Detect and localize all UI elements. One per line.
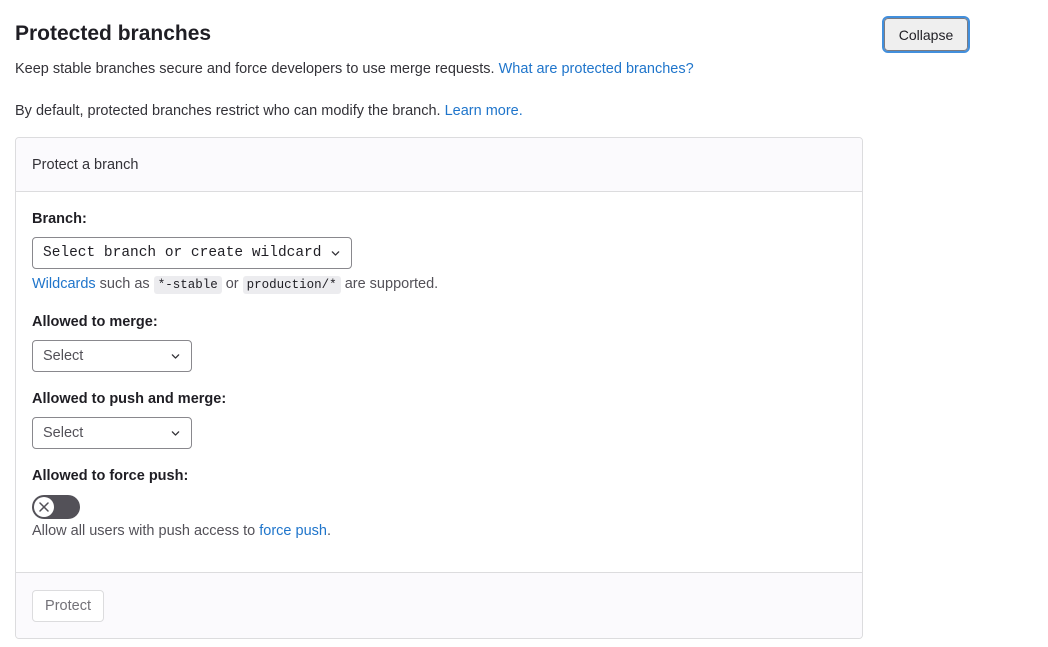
wildcard-text: such as bbox=[95, 276, 154, 292]
default-description: By default, protected branches restrict … bbox=[15, 103, 523, 119]
protect-button[interactable]: Protect bbox=[32, 590, 104, 622]
intro-text: Keep stable branches secure and force de… bbox=[15, 61, 499, 77]
allowed-to-push-select-text: Select bbox=[43, 425, 84, 441]
chevron-down-icon bbox=[331, 251, 340, 256]
branch-label: Branch: bbox=[32, 211, 87, 227]
allowed-to-push-select[interactable]: Select bbox=[32, 417, 192, 449]
collapse-button[interactable]: Collapse bbox=[882, 16, 970, 53]
close-icon bbox=[39, 502, 49, 512]
force-push-help: Allow all users with push access to forc… bbox=[32, 523, 331, 539]
branch-dropdown-text: Select branch or create wildcard bbox=[43, 245, 322, 261]
allowed-to-push-label: Allowed to push and merge: bbox=[32, 391, 227, 407]
card-header: Protect a branch bbox=[16, 138, 862, 192]
wildcard-supported-text: are supported. bbox=[340, 276, 439, 292]
what-are-protected-branches-link[interactable]: What are protected branches? bbox=[499, 61, 694, 77]
force-push-toggle[interactable] bbox=[32, 495, 80, 519]
allowed-to-merge-label: Allowed to merge: bbox=[32, 314, 158, 330]
learn-more-link[interactable]: Learn more. bbox=[445, 103, 523, 119]
wildcard-example-production: production/* bbox=[242, 276, 341, 294]
wildcards-link[interactable]: Wildcards bbox=[32, 276, 96, 292]
chevron-down-icon bbox=[171, 431, 180, 436]
protect-branch-card: Protect a branch Branch: Select branch o… bbox=[15, 137, 863, 639]
card-footer: Protect bbox=[16, 572, 862, 638]
allowed-to-merge-select-text: Select bbox=[43, 348, 84, 364]
allowed-to-force-push-label: Allowed to force push: bbox=[32, 468, 189, 484]
intro-description: Keep stable branches secure and force de… bbox=[15, 61, 694, 77]
force-push-help-end: . bbox=[326, 523, 332, 539]
force-push-help-text: Allow all users with push access to bbox=[32, 523, 260, 539]
wildcard-or-text: or bbox=[221, 276, 243, 292]
chevron-down-icon bbox=[171, 354, 180, 359]
default-text: By default, protected branches restrict … bbox=[15, 103, 445, 119]
wildcard-example-stable: *-stable bbox=[153, 276, 222, 294]
allowed-to-merge-select[interactable]: Select bbox=[32, 340, 192, 372]
force-push-link[interactable]: force push bbox=[259, 523, 327, 539]
page-title: Protected branches bbox=[15, 22, 212, 45]
branch-dropdown[interactable]: Select branch or create wildcard bbox=[32, 237, 352, 269]
wildcard-help: Wildcards such as *-stable or production… bbox=[32, 276, 439, 294]
toggle-knob bbox=[34, 497, 54, 517]
